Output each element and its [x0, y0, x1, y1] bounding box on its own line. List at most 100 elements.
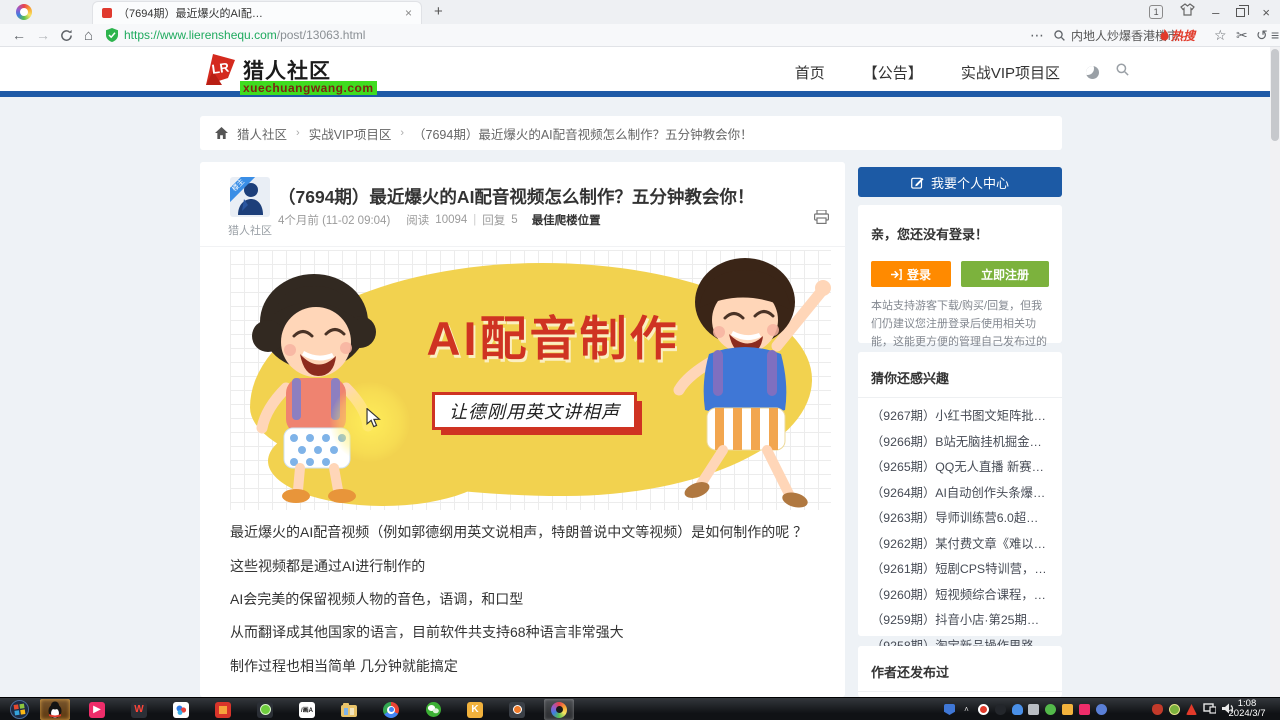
taskbar-recorder-icon[interactable]	[502, 699, 532, 720]
print-icon[interactable]	[814, 210, 829, 229]
flame-icon	[1160, 29, 1169, 41]
taskbar-green-app-icon[interactable]	[250, 699, 280, 720]
back-icon[interactable]: ←	[12, 24, 26, 46]
forward-icon[interactable]: →	[36, 24, 50, 46]
scrollbar-thumb[interactable]	[1271, 49, 1279, 141]
interest-item[interactable]: （9262期）某付费文章《难以 想象，这…	[871, 532, 1049, 558]
tray-security-icon[interactable]	[1152, 704, 1163, 715]
interest-item[interactable]: （9263期）导师训练营6.0超硬核变现…	[871, 506, 1049, 532]
tray-network-icon[interactable]	[1203, 701, 1216, 719]
browser-tab[interactable]: （7694期）最近爆火的AI配… ×	[92, 1, 422, 24]
tray-dark-app-icon[interactable]	[995, 704, 1006, 715]
dark-mode-moon-icon[interactable]	[1086, 66, 1099, 79]
tray-alert-icon[interactable]	[1186, 704, 1197, 715]
close-window-button[interactable]: ×	[1262, 6, 1270, 19]
skin-icon[interactable]	[1180, 3, 1195, 21]
login-button[interactable]: 登录	[871, 261, 951, 287]
tray-printer-icon[interactable]	[1028, 704, 1039, 715]
taskbar-orange-app-icon[interactable]	[208, 699, 238, 720]
login-card: 亲，您还没有登录！ 登录 立即注册 本站支持游客下载/购买/回复，但我们仍建议您…	[858, 205, 1062, 343]
tray-record-icon[interactable]	[978, 704, 989, 715]
site-logo[interactable]: LR 猎人社区 xuechuangwang.com	[198, 51, 331, 91]
author-posts-heading: 作者还发布过	[871, 659, 1049, 681]
tray-settings-icon[interactable]	[1096, 704, 1107, 715]
breadcrumb-site[interactable]: 猎人社区	[237, 124, 287, 143]
system-tray-group-1: ˄	[944, 699, 1023, 720]
hot-search-badge[interactable]: 热搜	[1160, 24, 1195, 46]
tab-count-badge[interactable]: 1	[1149, 5, 1163, 19]
nav-vip-zone[interactable]: 实战VIP项目区	[961, 62, 1060, 83]
tray-green-shield-icon[interactable]	[1045, 704, 1056, 715]
divider	[858, 397, 1062, 398]
breadcrumb-separator: ›	[400, 127, 404, 139]
taskbar-browser-icon[interactable]	[544, 699, 574, 720]
tray-cloud-icon[interactable]	[1012, 704, 1023, 715]
start-button[interactable]	[4, 699, 34, 720]
tray-gear-icon[interactable]	[1169, 704, 1180, 715]
interest-item[interactable]: （9259期）抖音小店·第25期，百分百…	[871, 608, 1049, 634]
author-avatar[interactable]: 楼主	[230, 177, 270, 217]
taskbar-kuaishou-icon[interactable]: K	[460, 699, 490, 720]
personal-center-label: 我要个人中心	[931, 173, 1009, 192]
bookmark-star-icon[interactable]: ☆	[1214, 24, 1227, 46]
restore-button[interactable]	[1236, 8, 1245, 17]
interest-item[interactable]: （9265期）QQ无人直播 新赛道新玩法 …	[871, 455, 1049, 481]
scissors-icon[interactable]: ✂	[1236, 24, 1248, 46]
interest-item[interactable]: （9260期）短视频综合课程，剪辑课+…	[871, 583, 1049, 609]
breadcrumb-separator: ›	[296, 127, 300, 139]
taskbar-qq-icon[interactable]	[40, 699, 70, 720]
taskbar-wechat-icon[interactable]	[418, 699, 448, 720]
tray-pink-app-icon[interactable]	[1079, 704, 1090, 715]
breadcrumb-home-icon	[215, 127, 228, 139]
tray-folder-icon[interactable]	[1062, 704, 1073, 715]
tray-chevron-icon[interactable]: ˄	[961, 704, 972, 715]
breadcrumb-section[interactable]: 实战VIP项目区	[309, 124, 392, 143]
tab-title: （7694期）最近爆火的AI配…	[118, 5, 399, 21]
interest-item[interactable]: （9264期）AI自动创作头条爆文最新玩…	[871, 481, 1049, 507]
search-icon[interactable]	[1053, 24, 1066, 46]
taskbar-file-manager-icon[interactable]	[334, 699, 364, 720]
interest-item[interactable]: （9267期）小红书图文矩阵批量做图工…	[871, 404, 1049, 430]
taskbar-chrome-icon[interactable]	[376, 699, 406, 720]
site-search-icon[interactable]	[1115, 62, 1130, 82]
svg-text:LR: LR	[211, 59, 231, 76]
hero-kid-right	[655, 250, 831, 508]
browser-logo-icon[interactable]	[16, 4, 32, 20]
article-card: 楼主 猎人社区 （7694期）最近爆火的AI配音视频怎么制作？五分钟教会你！ 4…	[200, 162, 845, 697]
page-scrollbar[interactable]	[1270, 47, 1280, 697]
best-floor-link[interactable]: 最佳爬楼位置	[532, 212, 601, 228]
nav-announcement[interactable]: 【公告】	[863, 62, 923, 83]
post-paragraph: 这些视频都是通过AI进行制作的	[230, 556, 815, 576]
system-clock[interactable]: 1:08 2024/3/7	[1218, 699, 1276, 720]
post-time: 4个月前 (11-02 09:04)	[278, 212, 390, 228]
author-name[interactable]: 猎人社区	[218, 222, 282, 238]
window-controls: 1 – ×	[1149, 0, 1270, 24]
nav-home[interactable]: 首页	[795, 62, 825, 83]
interest-item[interactable]: （9261期）短剧CPS特训营，百亿市场…	[871, 557, 1049, 583]
taskbar-video-app-icon[interactable]: ▶	[82, 699, 112, 720]
register-button[interactable]: 立即注册	[961, 261, 1049, 287]
site-favicon	[102, 8, 112, 18]
site-header: LR 猎人社区 xuechuangwang.com 首页 【公告】 实战VIP项…	[0, 47, 1280, 97]
mouse-cursor	[366, 408, 381, 433]
new-tab-button[interactable]: +	[434, 3, 443, 20]
menu-icon[interactable]: ≡	[1271, 24, 1279, 46]
taskbar-wps-icon[interactable]: W	[124, 699, 154, 720]
taskbar-notes-app-icon[interactable]: /画A	[292, 699, 322, 720]
home-icon[interactable]: ⌂	[84, 24, 93, 46]
taskbar-blue-suite-icon[interactable]	[166, 699, 196, 720]
post-paragraph: 制作过程也相当简单 几分钟就能搞定	[230, 656, 815, 676]
security-shield-icon[interactable]	[106, 24, 118, 46]
minimize-button[interactable]: –	[1212, 6, 1219, 19]
more-options-icon[interactable]: ⋯	[1030, 24, 1044, 46]
url-text[interactable]: https://www.lierenshequ.com/post/13063.h…	[124, 24, 365, 46]
refresh-icon[interactable]	[60, 24, 73, 46]
breadcrumb: 猎人社区 › 实战VIP项目区 › （7694期）最近爆火的AI配音视频怎么制作…	[200, 116, 1062, 150]
tray-pin-icon[interactable]	[944, 704, 955, 715]
interest-item[interactable]: （9266期）B站无脑挂机掘金，全自动…	[871, 430, 1049, 456]
logo-emblem-icon: LR	[198, 51, 238, 91]
undo-icon[interactable]: ↺	[1256, 24, 1268, 46]
tab-close-icon[interactable]: ×	[405, 7, 412, 19]
address-bar: ← → ⌂ https://www.lierenshequ.com/post/1…	[0, 24, 1280, 47]
personal-center-button[interactable]: 我要个人中心	[858, 167, 1062, 197]
